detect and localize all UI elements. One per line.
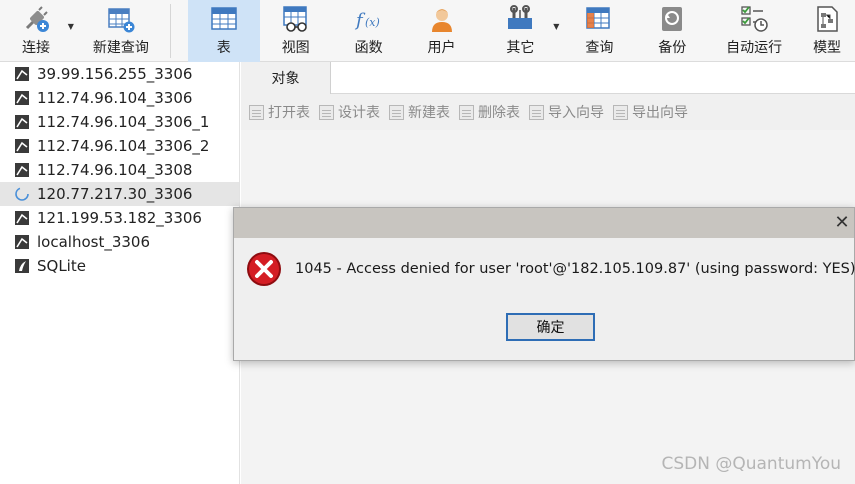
other-button[interactable]: 其它 ▼ xyxy=(477,0,563,62)
open-table-icon xyxy=(249,104,264,120)
function-button[interactable]: f (x) 函数 xyxy=(332,0,406,62)
loading-spinner-icon xyxy=(14,186,30,202)
table-grid-icon xyxy=(209,4,239,34)
new-query-label: 新建查询 xyxy=(92,40,149,56)
connection-item[interactable]: 112.74.96.104_3306_2 xyxy=(0,134,239,158)
model-label: 模型 xyxy=(813,40,842,56)
mysql-connection-icon xyxy=(14,138,30,154)
toolbar-separator xyxy=(169,4,171,58)
automation-label: 自动运行 xyxy=(726,40,783,56)
new-table-icon xyxy=(389,104,404,120)
plug-connect-icon xyxy=(21,4,51,34)
error-dialog: ✕ 1045 - Access denied for user 'root'@'… xyxy=(233,207,855,361)
open-table-label: 打开表 xyxy=(268,105,310,121)
tab-objects[interactable]: 对象 xyxy=(241,62,331,94)
connection-label: 121.199.53.182_3306 xyxy=(37,209,202,227)
svg-text:(x): (x) xyxy=(365,16,380,29)
model-diagram-icon xyxy=(812,4,842,34)
view-label: 视图 xyxy=(281,40,310,56)
user-label: 用户 xyxy=(427,40,456,56)
ok-button[interactable]: 确定 xyxy=(506,313,595,341)
connection-label: localhost_3306 xyxy=(37,233,151,251)
open-table-button[interactable]: 打开表 xyxy=(249,102,310,122)
connection-item[interactable]: localhost_3306 xyxy=(0,230,239,254)
connection-label: SQLite xyxy=(37,257,86,275)
connection-label: 120.77.217.30_3306 xyxy=(37,185,193,203)
function-label: 函数 xyxy=(354,40,383,56)
sqlite-connection-icon xyxy=(14,258,30,274)
tab-bar: 对象 xyxy=(241,62,855,94)
connect-button[interactable]: 连接 ▼ xyxy=(0,0,74,62)
error-message: 1045 - Access denied for user 'root'@'18… xyxy=(295,261,855,277)
new-table-button[interactable]: 新建表 xyxy=(389,102,450,122)
connection-label: 39.99.156.255_3306 xyxy=(37,65,193,83)
import-wizard-label: 导入向导 xyxy=(548,105,604,121)
table-label: 表 xyxy=(216,40,231,56)
new-table-label: 新建表 xyxy=(408,105,450,121)
connection-item-selected[interactable]: 120.77.217.30_3306 xyxy=(0,182,239,206)
mysql-connection-icon xyxy=(14,162,30,178)
table-button[interactable]: 表 xyxy=(187,0,260,62)
connection-label: 112.74.96.104_3306 xyxy=(37,89,193,107)
function-fx-icon: f (x) xyxy=(354,4,384,34)
connection-label: 112.74.96.104_3308 xyxy=(37,161,193,179)
backup-restore-icon xyxy=(657,4,687,34)
delete-table-label: 删除表 xyxy=(478,105,520,121)
dialog-title-bar[interactable]: ✕ xyxy=(234,208,854,238)
new-query-grid-icon xyxy=(106,4,136,34)
error-icon xyxy=(246,251,282,287)
export-wizard-icon xyxy=(613,104,628,120)
automation-checklist-clock-icon xyxy=(739,4,769,34)
design-table-button[interactable]: 设计表 xyxy=(319,102,380,122)
connection-item[interactable]: 112.74.96.104_3306 xyxy=(0,86,239,110)
connect-label: 连接 xyxy=(21,40,50,56)
query-grid-icon xyxy=(584,4,614,34)
model-button[interactable]: 模型 xyxy=(799,0,855,62)
connection-item[interactable]: 112.74.96.104_3308 xyxy=(0,158,239,182)
connection-label: 112.74.96.104_3306_2 xyxy=(37,137,210,155)
view-glasses-icon xyxy=(281,4,311,34)
mysql-connection-icon xyxy=(14,114,30,130)
automation-button[interactable]: 自动运行 xyxy=(709,0,799,62)
export-wizard-button[interactable]: 导出向导 xyxy=(613,102,688,122)
export-wizard-label: 导出向导 xyxy=(632,105,688,121)
connection-item[interactable]: 39.99.156.255_3306 xyxy=(0,62,239,86)
dialog-body: 1045 - Access denied for user 'root'@'18… xyxy=(234,238,855,300)
new-query-button[interactable]: 新建查询 xyxy=(72,0,170,62)
object-toolbar: 打开表 设计表 新建表 删除表 导入向导 导出向导 xyxy=(241,94,855,130)
backup-label: 备份 xyxy=(658,40,687,56)
user-avatar-icon xyxy=(427,4,457,34)
mysql-connection-icon xyxy=(14,234,30,250)
design-table-label: 设计表 xyxy=(338,105,380,121)
mysql-connection-icon xyxy=(14,210,30,226)
connection-label: 112.74.96.104_3306_1 xyxy=(37,113,210,131)
query-label: 查询 xyxy=(585,40,614,56)
tools-wrench-icon xyxy=(505,4,535,34)
main-toolbar: 连接 ▼ 新建查询 表 视图 f (x) 函数 用户 其它 ▼ 查询 备份 自动… xyxy=(0,0,855,62)
mysql-connection-icon xyxy=(14,66,30,82)
connection-item[interactable]: 121.199.53.182_3306 xyxy=(0,206,239,230)
connection-item[interactable]: 112.74.96.104_3306_1 xyxy=(0,110,239,134)
user-button[interactable]: 用户 xyxy=(406,0,478,62)
other-dropdown-caret-icon[interactable]: ▼ xyxy=(553,22,559,31)
backup-button[interactable]: 备份 xyxy=(635,0,709,62)
design-table-icon xyxy=(319,104,334,120)
delete-table-icon xyxy=(459,104,474,120)
import-wizard-icon xyxy=(529,104,544,120)
watermark-text: CSDN @QuantumYou xyxy=(661,454,841,474)
view-button[interactable]: 视图 xyxy=(260,0,332,62)
connection-item[interactable]: SQLite xyxy=(0,254,239,278)
mysql-connection-icon xyxy=(14,90,30,106)
close-icon[interactable]: ✕ xyxy=(832,212,852,233)
connection-sidebar: 39.99.156.255_3306 112.74.96.104_3306 11… xyxy=(0,62,240,484)
import-wizard-button[interactable]: 导入向导 xyxy=(529,102,604,122)
query-button[interactable]: 查询 xyxy=(563,0,635,62)
other-label: 其它 xyxy=(506,40,535,56)
delete-table-button[interactable]: 删除表 xyxy=(459,102,520,122)
